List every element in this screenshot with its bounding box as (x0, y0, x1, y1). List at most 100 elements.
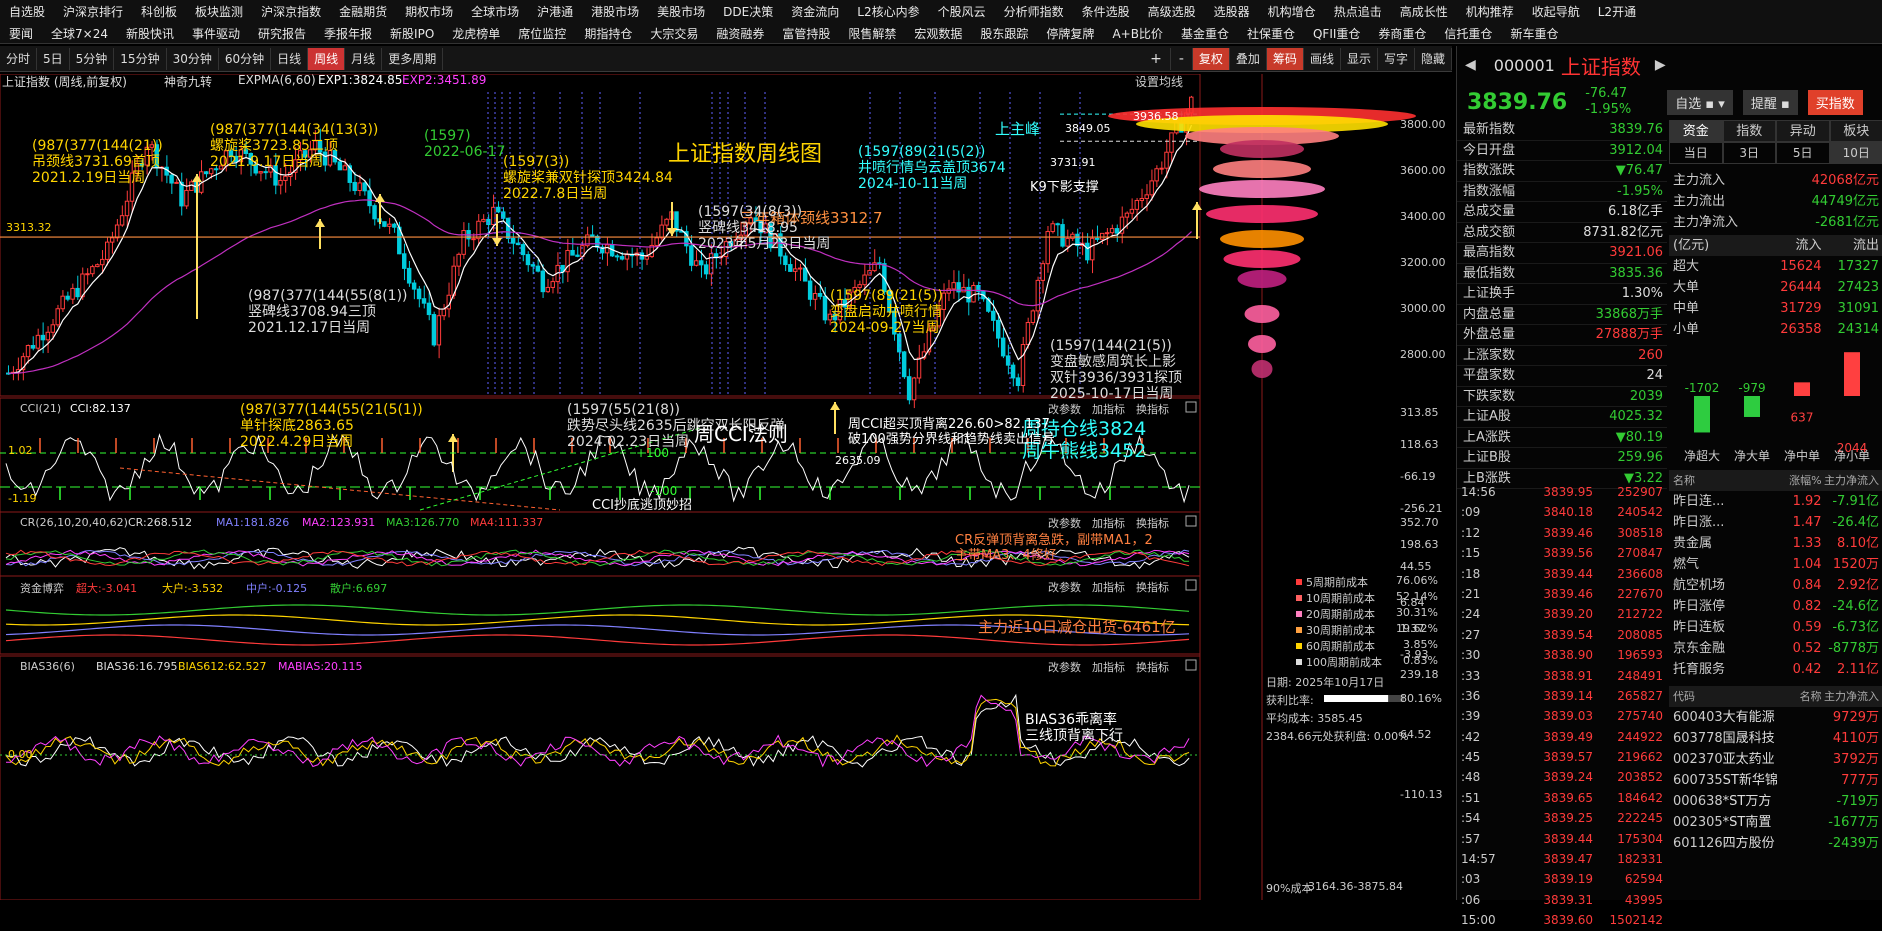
menu-item[interactable]: 收起导航 (1523, 3, 1589, 20)
period-tab[interactable]: 月线 (345, 48, 382, 70)
menu-item[interactable]: DDE决策 (714, 3, 782, 20)
menu-item[interactable]: 席位监控 (509, 25, 575, 42)
stock-row[interactable]: 601126四方股份-2439万 (1669, 833, 1882, 854)
menu-item[interactable]: 沪深京排行 (54, 3, 132, 20)
stock-row[interactable]: 600735ST新华锦777万 (1669, 770, 1882, 791)
menu-item[interactable]: 股东跟踪 (971, 25, 1037, 42)
menu-item[interactable]: 富管持股 (773, 25, 839, 42)
alert-button[interactable]: 提醒 ▪ (1743, 90, 1798, 115)
menu-item[interactable]: 资金流向 (782, 3, 848, 20)
menu-item[interactable]: 沪港通 (528, 3, 582, 20)
sector-row[interactable]: 燃气1.041520万 (1669, 554, 1882, 575)
menu-item[interactable]: 券商重仓 (1369, 25, 1435, 42)
toolbar-tool[interactable]: 筹码 (1267, 48, 1304, 70)
period-tab[interactable]: 5日 (37, 48, 70, 70)
menu-item[interactable]: 板块监测 (186, 3, 252, 20)
toolbar-tool[interactable]: 复权 (1193, 48, 1230, 70)
forward-arrow-icon[interactable]: ▶ (1655, 57, 1666, 73)
menu-item[interactable]: QFII重仓 (1304, 25, 1369, 42)
toolbar-tool[interactable]: - (1171, 48, 1193, 70)
menu-item[interactable]: 新股快讯 (117, 25, 183, 42)
menu-item[interactable]: 机构增仓 (1259, 3, 1325, 20)
back-arrow-icon[interactable]: ◀ (1465, 57, 1476, 73)
stock-row[interactable]: 603778国晟科技4110万 (1669, 728, 1882, 749)
menu-item[interactable]: 研究报告 (249, 25, 315, 42)
menu-item[interactable]: 季报年报 (315, 25, 381, 42)
flow-tab[interactable]: 资金 (1669, 120, 1723, 142)
tick-list[interactable]: 14:563839.95252907:093840.18240542:12383… (1457, 482, 1667, 931)
toolbar-tool[interactable]: 画线 (1304, 48, 1341, 70)
menu-item[interactable]: 自选股 (0, 3, 54, 20)
period-tab[interactable]: 更多周期 (382, 48, 443, 70)
menu-item[interactable]: 新股IPO (381, 25, 443, 42)
menu-item[interactable]: 信托重仓 (1435, 25, 1501, 42)
period-tab[interactable]: 30分钟 (167, 48, 219, 70)
flow-tab[interactable]: 板块 (1830, 120, 1882, 142)
menu-item[interactable]: 期权市场 (396, 3, 462, 20)
toolbar-tool[interactable]: 显示 (1341, 48, 1378, 70)
menu-item[interactable]: A+B比价 (1103, 25, 1172, 42)
toolbar-tool[interactable]: 写字 (1378, 48, 1415, 70)
stock-row[interactable]: 000638*ST万方-719万 (1669, 791, 1882, 812)
toolbar-tool[interactable]: 叠加 (1230, 48, 1267, 70)
flow-tab[interactable]: 异动 (1776, 120, 1830, 142)
menu-item[interactable]: 科创板 (132, 3, 186, 20)
menu-item[interactable]: 机构推荐 (1457, 3, 1523, 20)
kline-chart[interactable] (0, 74, 1452, 900)
menu-item[interactable]: 金融期货 (330, 3, 396, 20)
period-tab[interactable]: 日线 (271, 48, 308, 70)
menu-item[interactable]: 沪深京指数 (252, 3, 330, 20)
watchlist-button[interactable]: 自选 ▪ ▾ (1667, 90, 1733, 115)
flow-subtab[interactable]: 5日 (1776, 142, 1830, 164)
menu-item[interactable]: 选股器 (1205, 3, 1259, 20)
toolbar-tool[interactable]: + (1142, 48, 1171, 70)
sector-row[interactable]: 昨日连板0.59-6.73亿 (1669, 617, 1882, 638)
menu-item[interactable]: 基金重仓 (1172, 25, 1238, 42)
flow-tab[interactable]: 指数 (1723, 120, 1777, 142)
sector-row[interactable]: 京东金融0.52-8778万 (1669, 638, 1882, 659)
period-tab[interactable]: 分时 (0, 48, 37, 70)
menu-item[interactable]: 热点追击 (1325, 3, 1391, 20)
menu-item[interactable]: 港股市场 (582, 3, 648, 20)
menu-item[interactable]: 龙虎榜单 (443, 25, 509, 42)
toolbar-tool[interactable]: 隐藏 (1415, 48, 1452, 70)
sector-row[interactable]: 昨日涨停0.82-24.6亿 (1669, 596, 1882, 617)
menu-item[interactable]: 新车重仓 (1501, 25, 1567, 42)
menu-item[interactable]: 条件选股 (1073, 3, 1139, 20)
menu-item[interactable]: 事件驱动 (183, 25, 249, 42)
menu-item[interactable]: 宏观数据 (905, 25, 971, 42)
sector-row[interactable]: 航空机场0.842.92亿 (1669, 575, 1882, 596)
menu-item[interactable]: 限售解禁 (839, 25, 905, 42)
menu-item[interactable]: 停牌复牌 (1037, 25, 1103, 42)
kline-candle (101, 259, 104, 264)
menu-item[interactable]: 分析师指数 (995, 3, 1073, 20)
menu-item[interactable]: L2核心内参 (848, 3, 928, 20)
sector-row[interactable]: 昨日连...1.92-7.91亿 (1669, 491, 1882, 512)
menu-item[interactable]: 高级选股 (1139, 3, 1205, 20)
menu-item[interactable]: 全球市场 (462, 3, 528, 20)
flow-subtab[interactable]: 3日 (1723, 142, 1777, 164)
period-tab[interactable]: 周线 (308, 48, 345, 70)
menu-item[interactable]: 全球7×24 (42, 25, 117, 42)
period-tab[interactable]: 5分钟 (70, 48, 115, 70)
menu-item[interactable]: 个股风云 (929, 3, 995, 20)
stock-row[interactable]: 002305*ST南置-1677万 (1669, 812, 1882, 833)
period-tab[interactable]: 60分钟 (219, 48, 271, 70)
menu-item[interactable]: L2开通 (1589, 3, 1645, 20)
menu-item[interactable]: 大宗交易 (641, 25, 707, 42)
menu-item[interactable]: 期指持仓 (575, 25, 641, 42)
menu-item[interactable]: 高成长性 (1391, 3, 1457, 20)
menu-item[interactable]: 融资融券 (707, 25, 773, 42)
stock-row[interactable]: 600403大有能源9729万 (1669, 707, 1882, 728)
sector-row[interactable]: 托育服务0.422.11亿 (1669, 659, 1882, 680)
flow-subtab[interactable]: 当日 (1669, 142, 1723, 164)
flow-subtab[interactable]: 10日 (1830, 142, 1882, 164)
sector-row[interactable]: 昨日涨...1.47-26.4亿 (1669, 512, 1882, 533)
menu-item[interactable]: 要闻 (0, 25, 42, 42)
menu-item[interactable]: 社保重仓 (1238, 25, 1304, 42)
sector-row[interactable]: 贵金属1.338.10亿 (1669, 533, 1882, 554)
stock-row[interactable]: 002370亚太药业3792万 (1669, 749, 1882, 770)
buy-index-button[interactable]: 买指数 (1808, 90, 1863, 115)
menu-item[interactable]: 美股市场 (648, 3, 714, 20)
period-tab[interactable]: 15分钟 (114, 48, 166, 70)
